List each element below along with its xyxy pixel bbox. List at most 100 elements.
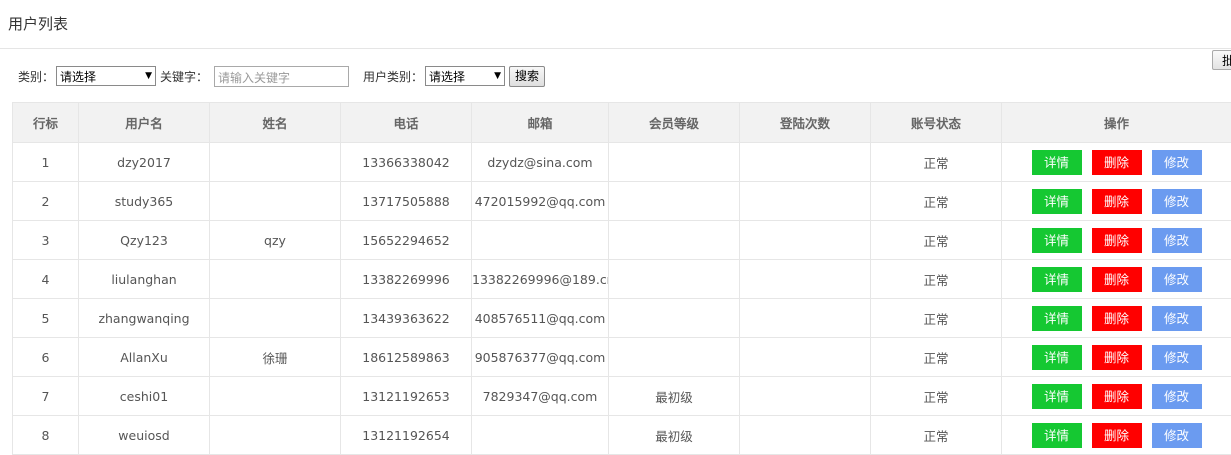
cell-level	[609, 182, 740, 221]
search-button[interactable]: 搜索	[509, 66, 545, 87]
cell-level	[609, 221, 740, 260]
cell-phone: 13439363622	[341, 299, 472, 338]
cell-name	[210, 182, 341, 221]
cell-index: 8	[13, 416, 79, 455]
delete-button[interactable]: 删除	[1092, 189, 1142, 214]
cell-level: 最初级	[609, 377, 740, 416]
edit-button[interactable]: 修改	[1152, 228, 1202, 253]
cell-level	[609, 143, 740, 182]
delete-button[interactable]: 删除	[1092, 384, 1142, 409]
cell-actions: 详情删除修改	[1002, 143, 1231, 182]
batch-button[interactable]: 批	[1212, 50, 1231, 70]
cell-username: dzy2017	[79, 143, 210, 182]
detail-button[interactable]: 详情	[1032, 228, 1082, 253]
detail-button[interactable]: 详情	[1032, 150, 1082, 175]
edit-button[interactable]: 修改	[1152, 423, 1202, 448]
cell-name	[210, 377, 341, 416]
cell-name	[210, 299, 341, 338]
delete-button[interactable]: 删除	[1092, 267, 1142, 292]
edit-button[interactable]: 修改	[1152, 345, 1202, 370]
cell-email	[472, 221, 609, 260]
column-header: 邮箱	[472, 103, 609, 143]
cell-email	[472, 416, 609, 455]
edit-button[interactable]: 修改	[1152, 306, 1202, 331]
cell-index: 4	[13, 260, 79, 299]
keyword-input[interactable]: 请输入关键字	[214, 66, 349, 87]
cell-status: 正常	[871, 182, 1002, 221]
user-table: 行标用户名姓名电话邮箱会员等级登陆次数账号状态操作 1dzy2017133663…	[12, 102, 1231, 455]
cell-name	[210, 416, 341, 455]
detail-button[interactable]: 详情	[1032, 306, 1082, 331]
category-select-value: 请选择	[60, 68, 96, 85]
title-divider	[0, 48, 1231, 49]
cell-phone: 13366338042	[341, 143, 472, 182]
edit-button[interactable]: 修改	[1152, 384, 1202, 409]
user-type-select-value: 请选择	[429, 68, 465, 85]
chevron-down-icon: ▼	[494, 71, 501, 81]
cell-actions: 详情删除修改	[1002, 260, 1231, 299]
detail-button[interactable]: 详情	[1032, 267, 1082, 292]
cell-status: 正常	[871, 260, 1002, 299]
cell-username: weuiosd	[79, 416, 210, 455]
table-body: 1dzy201713366338042dzydz@sina.com正常详情删除修…	[13, 143, 1231, 455]
edit-button[interactable]: 修改	[1152, 267, 1202, 292]
cell-index: 3	[13, 221, 79, 260]
cell-actions: 详情删除修改	[1002, 377, 1231, 416]
delete-button[interactable]: 删除	[1092, 150, 1142, 175]
column-header: 操作	[1002, 103, 1231, 143]
detail-button[interactable]: 详情	[1032, 384, 1082, 409]
delete-button[interactable]: 删除	[1092, 228, 1142, 253]
cell-logins	[740, 299, 871, 338]
detail-button[interactable]: 详情	[1032, 423, 1082, 448]
cell-level	[609, 260, 740, 299]
cell-username: study365	[79, 182, 210, 221]
chevron-down-icon: ▼	[145, 71, 152, 81]
cell-username: ceshi01	[79, 377, 210, 416]
cell-logins	[740, 143, 871, 182]
cell-name	[210, 260, 341, 299]
detail-button[interactable]: 详情	[1032, 345, 1082, 370]
detail-button[interactable]: 详情	[1032, 189, 1082, 214]
column-header: 姓名	[210, 103, 341, 143]
keyword-label: 关键字：	[160, 68, 208, 85]
table-row: 5zhangwanqing13439363622408576511@qq.com…	[13, 299, 1231, 338]
cell-logins	[740, 338, 871, 377]
page-title: 用户列表	[8, 13, 68, 34]
delete-button[interactable]: 删除	[1092, 306, 1142, 331]
cell-level	[609, 299, 740, 338]
cell-status: 正常	[871, 143, 1002, 182]
cell-index: 7	[13, 377, 79, 416]
cell-logins	[740, 260, 871, 299]
cell-username: AllanXu	[79, 338, 210, 377]
user-type-select[interactable]: 请选择 ▼	[425, 66, 505, 86]
cell-index: 6	[13, 338, 79, 377]
column-header: 用户名	[79, 103, 210, 143]
cell-level	[609, 338, 740, 377]
cell-name: 徐珊	[210, 338, 341, 377]
table-row: 6AllanXu徐珊18612589863905876377@qq.com正常详…	[13, 338, 1231, 377]
cell-username: zhangwanqing	[79, 299, 210, 338]
cell-actions: 详情删除修改	[1002, 338, 1231, 377]
cell-actions: 详情删除修改	[1002, 416, 1231, 455]
cell-logins	[740, 221, 871, 260]
column-header: 登陆次数	[740, 103, 871, 143]
cell-status: 正常	[871, 338, 1002, 377]
column-header: 账号状态	[871, 103, 1002, 143]
delete-button[interactable]: 删除	[1092, 345, 1142, 370]
delete-button[interactable]: 删除	[1092, 423, 1142, 448]
cell-actions: 详情删除修改	[1002, 221, 1231, 260]
column-header: 会员等级	[609, 103, 740, 143]
cell-phone: 13717505888	[341, 182, 472, 221]
edit-button[interactable]: 修改	[1152, 150, 1202, 175]
cell-email: 905876377@qq.com	[472, 338, 609, 377]
edit-button[interactable]: 修改	[1152, 189, 1202, 214]
cell-email: 408576511@qq.com	[472, 299, 609, 338]
cell-level: 最初级	[609, 416, 740, 455]
table-row: 1dzy201713366338042dzydz@sina.com正常详情删除修…	[13, 143, 1231, 182]
cell-email: 7829347@qq.com	[472, 377, 609, 416]
table-header-row: 行标用户名姓名电话邮箱会员等级登陆次数账号状态操作	[13, 103, 1231, 143]
cell-name: qzy	[210, 221, 341, 260]
cell-phone: 13121192653	[341, 377, 472, 416]
cell-status: 正常	[871, 299, 1002, 338]
category-select[interactable]: 请选择 ▼	[56, 66, 156, 86]
